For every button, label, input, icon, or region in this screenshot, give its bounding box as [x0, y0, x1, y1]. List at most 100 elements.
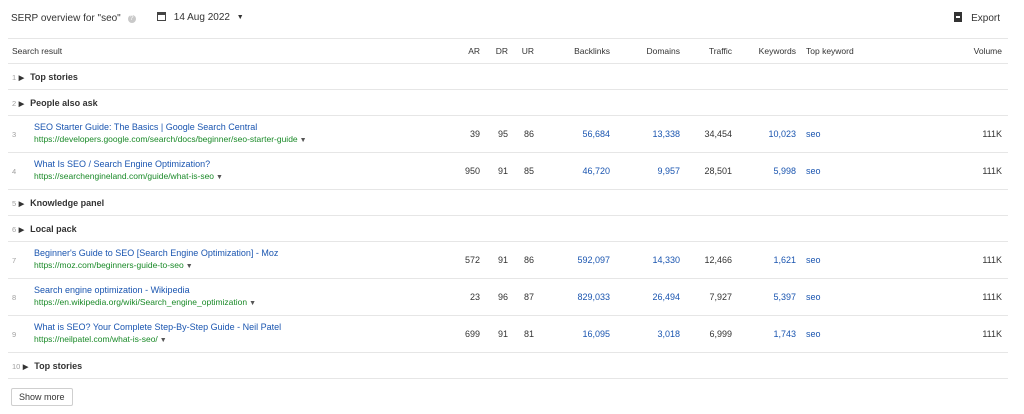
backlinks-link[interactable]: 56,684: [540, 115, 616, 153]
traffic-cell: 7,927: [686, 278, 738, 316]
backlinks-link[interactable]: 46,720: [540, 152, 616, 190]
domains-link[interactable]: 14,330: [616, 241, 686, 279]
domains-link[interactable]: 9,957: [616, 152, 686, 190]
top-keyword-link[interactable]: seo: [802, 152, 912, 190]
position-number: 4: [12, 166, 17, 176]
table-row: 3 SEO Starter Guide: The Basics | Google…: [8, 115, 1008, 153]
section-toggle[interactable]: ▶ Knowledge panel: [19, 198, 104, 208]
keywords-link[interactable]: 1,621: [738, 241, 802, 279]
export-label: Export: [971, 13, 1000, 24]
keywords-link[interactable]: 5,998: [738, 152, 802, 190]
triangle-right-icon: ▶: [22, 363, 29, 371]
top-keyword-link[interactable]: seo: [802, 115, 912, 153]
section-label: Knowledge panel: [30, 197, 105, 208]
column-header-ar[interactable]: AR: [448, 38, 486, 64]
result-url-link[interactable]: https://neilpatel.com/what-is-seo/▼: [34, 333, 281, 347]
section-toggle[interactable]: ▶ People also ask: [19, 98, 98, 108]
section-cell: 2 ▶ People also ask: [8, 89, 1008, 116]
column-header-keywords[interactable]: Keywords: [738, 38, 802, 64]
result-url-link[interactable]: https://developers.google.com/search/doc…: [34, 133, 307, 147]
result-title-link[interactable]: SEO Starter Guide: The Basics | Google S…: [34, 121, 307, 133]
section-cell: 1 ▶ Top stories: [8, 63, 1008, 90]
keywords-link[interactable]: 1,743: [738, 315, 802, 353]
position-number: 10: [12, 361, 21, 371]
result-cell: 7 Beginner's Guide to SEO [Search Engine…: [8, 241, 448, 279]
ar-cell: 23: [448, 278, 486, 316]
help-icon[interactable]: ?: [127, 15, 136, 23]
column-header-ur[interactable]: UR: [514, 38, 540, 64]
volume-cell: 111K: [912, 241, 1008, 279]
traffic-cell: 34,454: [686, 115, 738, 153]
section-cell: 5 ▶ Knowledge panel: [8, 189, 1008, 216]
column-header-result[interactable]: Search result: [8, 38, 448, 64]
export-button[interactable]: Export: [954, 12, 1000, 24]
result-cell: 8 Search engine optimization - Wikipedia…: [8, 278, 448, 316]
section-cell: 6 ▶ Local pack: [8, 215, 1008, 242]
column-header-backlinks[interactable]: Backlinks: [540, 38, 616, 64]
chevron-down-icon: ▼: [159, 337, 167, 344]
table-row: 9 What is SEO? Your Complete Step-By-Ste…: [8, 315, 1008, 353]
keywords-link[interactable]: 10,023: [738, 115, 802, 153]
section-toggle[interactable]: ▶ Top stories: [23, 361, 82, 371]
ar-cell: 699: [448, 315, 486, 353]
result-url-link[interactable]: https://searchengineland.com/guide/what-…: [34, 170, 223, 184]
backlinks-link[interactable]: 829,033: [540, 278, 616, 316]
ur-cell: 87: [514, 278, 540, 316]
volume-cell: 111K: [912, 115, 1008, 153]
ur-cell: 86: [514, 115, 540, 153]
result-url-link[interactable]: https://moz.com/beginners-guide-to-seo ▼: [34, 259, 278, 273]
dr-cell: 91: [486, 152, 514, 190]
result-title-link[interactable]: What is SEO? Your Complete Step-By-Step …: [34, 321, 281, 333]
position-number: 7: [12, 255, 17, 265]
column-header-dr[interactable]: DR: [486, 38, 514, 64]
top-keyword-link[interactable]: seo: [802, 278, 912, 316]
volume-cell: 111K: [912, 152, 1008, 190]
position-number: 1: [12, 72, 17, 82]
table-row: 8 Search engine optimization - Wikipedia…: [8, 278, 1008, 316]
show-more-button[interactable]: Show more: [11, 388, 73, 406]
result-url: https://developers.google.com/search/doc…: [34, 134, 298, 144]
domains-link[interactable]: 26,494: [616, 278, 686, 316]
top-keyword-link[interactable]: seo: [802, 315, 912, 353]
ar-cell: 950: [448, 152, 486, 190]
domains-link[interactable]: 3,018: [616, 315, 686, 353]
position-number: 6: [12, 224, 17, 234]
chevron-down-icon: ▼: [299, 137, 307, 144]
section-toggle[interactable]: ▶ Local pack: [19, 224, 77, 234]
backlinks-link[interactable]: 592,097: [540, 241, 616, 279]
section-toggle[interactable]: ▶ Top stories: [19, 72, 78, 82]
column-header-traffic[interactable]: Traffic: [686, 38, 738, 64]
export-icon: [954, 12, 963, 22]
dr-cell: 91: [486, 315, 514, 353]
table-row: 2 ▶ People also ask: [8, 89, 1008, 116]
section-label: People also ask: [30, 97, 98, 108]
result-title-link[interactable]: Search engine optimization - Wikipedia: [34, 284, 256, 296]
keywords-link[interactable]: 5,397: [738, 278, 802, 316]
result-url: https://en.wikipedia.org/wiki/Search_eng…: [34, 297, 248, 307]
result-url: https://neilpatel.com/what-is-seo/: [34, 334, 158, 344]
ar-cell: 39: [448, 115, 486, 153]
result-url: https://searchengineland.com/guide/what-…: [34, 171, 215, 181]
table-row: 1 ▶ Top stories: [8, 63, 1008, 90]
traffic-cell: 6,999: [686, 315, 738, 353]
column-header-volume[interactable]: Volume: [912, 38, 1008, 64]
result-url-link[interactable]: https://en.wikipedia.org/wiki/Search_eng…: [34, 296, 256, 310]
backlinks-link[interactable]: 16,095: [540, 315, 616, 353]
traffic-cell: 12,466: [686, 241, 738, 279]
top-keyword-link[interactable]: seo: [802, 241, 912, 279]
result-cell: 9 What is SEO? Your Complete Step-By-Ste…: [8, 315, 448, 353]
result-title-link[interactable]: Beginner's Guide to SEO [Search Engine O…: [34, 247, 278, 259]
traffic-cell: 28,501: [686, 152, 738, 190]
position-number: 9: [12, 329, 17, 339]
page-title-text: SERP overview for "seo": [11, 13, 121, 24]
position-number: 5: [12, 198, 17, 208]
date-picker[interactable]: 14 Aug 2022 ▼: [157, 12, 244, 23]
volume-cell: 111K: [912, 315, 1008, 353]
triangle-right-icon: ▶: [18, 200, 25, 208]
section-label: Local pack: [30, 223, 77, 234]
domains-link[interactable]: 13,338: [616, 115, 686, 153]
column-header-domains[interactable]: Domains: [616, 38, 686, 64]
result-title-link[interactable]: What Is SEO / Search Engine Optimization…: [34, 158, 223, 170]
report-header: SERP overview for "seo" ? 14 Aug 2022 ▼ …: [0, 0, 1024, 38]
column-header-top-keyword[interactable]: Top keyword: [802, 38, 912, 64]
